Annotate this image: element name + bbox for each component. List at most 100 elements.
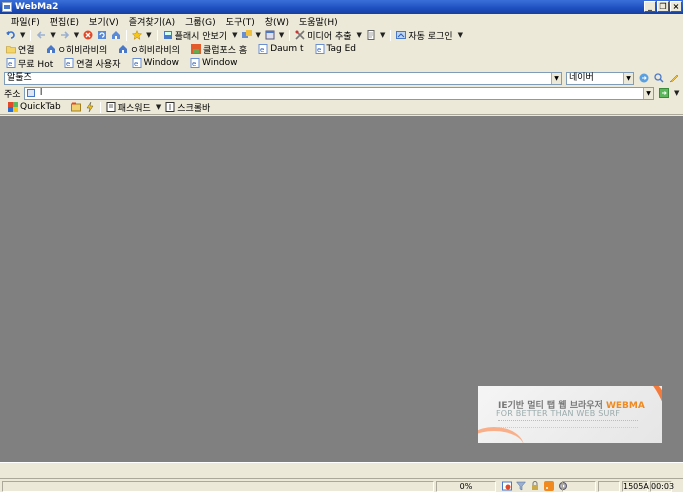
undo-icon[interactable] <box>6 30 16 40</box>
svg-text:e: e <box>260 46 264 54</box>
tab-switch-icon[interactable] <box>70 102 81 112</box>
chevron-down-icon[interactable]: ▼ <box>20 31 25 39</box>
link-item[interactable]: 클럽포스 홈 <box>189 43 250 56</box>
links-bar-2: e 무료 Hot e 연결 사용자 e Window e Window <box>0 56 683 70</box>
feed-icon[interactable] <box>544 481 554 491</box>
search-bar: 알툴즈 ▼ 네이버 ▼ <box>0 70 683 86</box>
app-icon[interactable] <box>2 2 12 12</box>
favorites-star-icon[interactable] <box>131 29 143 40</box>
link-item[interactable]: 연결 <box>4 43 38 56</box>
club-icon <box>190 44 201 54</box>
chevron-down-icon[interactable]: ▼ <box>146 31 151 39</box>
refresh-icon[interactable] <box>97 30 107 40</box>
chevron-down-icon[interactable]: ▼ <box>380 31 385 39</box>
menu-file[interactable]: 파일(F) <box>6 15 45 28</box>
password-icon <box>106 102 116 112</box>
page-icon <box>27 88 35 97</box>
link-item[interactable]: e 연결 사용자 <box>62 57 123 70</box>
chevron-down-icon[interactable]: ▼ <box>643 88 653 99</box>
webma-banner[interactable]: IE기반 멀티 탭 웹 브라우저 WEBMA FOR BETTER THAN W… <box>478 386 662 443</box>
chevron-down-icon[interactable]: ▼ <box>458 31 463 39</box>
menu-tools[interactable]: 도구(T) <box>221 15 260 28</box>
link-item[interactable]: ㅇ히비라비의 <box>44 43 111 56</box>
svg-text:e: e <box>8 60 12 68</box>
window-icon[interactable] <box>265 30 275 40</box>
address-input[interactable]: l ▼ <box>24 87 654 100</box>
chevron-down-icon[interactable]: ▼ <box>674 89 679 97</box>
flash-toggle-button[interactable]: 플래시 안보기 <box>175 29 228 42</box>
status-code: 1505A <box>622 481 649 492</box>
password-button[interactable]: 패스워드 <box>118 101 151 114</box>
progress-indicator: 0% <box>436 481 496 492</box>
scrollbar-icon <box>165 102 175 112</box>
home-icon[interactable] <box>111 30 121 40</box>
filter-icon[interactable] <box>515 481 527 491</box>
lightning-icon[interactable] <box>85 101 95 113</box>
ie-page-icon: e <box>6 58 16 68</box>
flash-icon <box>163 30 173 40</box>
link-item[interactable]: e 무료 Hot <box>4 57 56 70</box>
svg-text:e: e <box>317 46 321 54</box>
status-time: 00:03 <box>650 481 675 492</box>
tab-bar[interactable] <box>0 462 683 478</box>
menu-help[interactable]: 도움말(H) <box>294 15 343 28</box>
menu-bar: 파일(F) 편집(E) 보기(V) 즐겨찾기(A) 그룹(G) 도구(T) 창(… <box>0 14 683 28</box>
search-input[interactable]: 알툴즈 ▼ <box>4 72 562 85</box>
chevron-down-icon[interactable]: ▼ <box>256 31 261 39</box>
menu-window[interactable]: 창(W) <box>260 15 294 28</box>
page-icon[interactable] <box>366 30 376 40</box>
browser-content[interactable]: IE기반 멀티 탭 웹 브라우저 WEBMA FOR BETTER THAN W… <box>0 116 683 462</box>
link-item[interactable]: e Window <box>130 58 183 68</box>
link-item[interactable]: e Tag Ed <box>313 44 360 54</box>
ie-page-icon: e <box>315 44 325 54</box>
link-item[interactable]: e Window <box>188 58 241 68</box>
forward-icon[interactable] <box>60 30 70 40</box>
highlight-pen-icon[interactable] <box>669 73 679 83</box>
tools-icon <box>295 30 305 40</box>
go-icon[interactable] <box>659 88 669 98</box>
close-button[interactable]: × <box>670 1 682 12</box>
svg-text:e: e <box>134 60 138 68</box>
quicktab-bar: QuickTab 패스워드 ▼ 스크롤바 <box>0 100 683 115</box>
scrollbar-button[interactable]: 스크롤바 <box>177 101 210 114</box>
house-icon <box>46 44 56 54</box>
lock-icon[interactable] <box>530 481 540 491</box>
ie-page-icon: e <box>190 58 200 68</box>
status-cell <box>562 481 596 492</box>
chevron-down-icon[interactable]: ▼ <box>623 73 633 84</box>
chevron-down-icon[interactable]: ▼ <box>50 31 55 39</box>
restore-button[interactable]: ❐ <box>657 1 669 12</box>
title-bar[interactable]: WebMa2 _ ❐ × <box>0 0 683 14</box>
link-item[interactable]: e Daum t <box>256 44 306 54</box>
chevron-down-icon[interactable]: ▼ <box>279 31 284 39</box>
ie-page-icon: e <box>132 58 142 68</box>
chevron-down-icon[interactable]: ▼ <box>232 31 237 39</box>
menu-group[interactable]: 그룹(G) <box>180 15 221 28</box>
chevron-down-icon[interactable]: ▼ <box>551 73 561 84</box>
autologin-button[interactable]: 자동 로그인 <box>408 29 452 42</box>
chevron-down-icon[interactable]: ▼ <box>74 31 79 39</box>
media-extract-button[interactable]: 미디어 추출 <box>307 29 351 42</box>
house-icon <box>118 44 128 54</box>
status-cell <box>598 481 620 492</box>
stop-icon[interactable] <box>83 30 93 40</box>
folder-icon <box>6 44 16 54</box>
banner-tagline: FOR BETTER THAN WEB SURF <box>496 409 621 418</box>
chevron-down-icon[interactable]: ▼ <box>156 103 161 111</box>
search-engine-select[interactable]: 네이버 ▼ <box>566 72 634 85</box>
go-search-icon[interactable] <box>639 73 649 83</box>
menu-view[interactable]: 보기(V) <box>84 15 124 28</box>
link-item[interactable]: ㅇ히비라비의 <box>116 43 183 56</box>
group-icon[interactable] <box>241 30 252 40</box>
address-bar: 주소 l ▼ ▼ <box>0 86 683 100</box>
back-icon[interactable] <box>36 30 46 40</box>
quicktab-icon <box>8 102 18 112</box>
menu-edit[interactable]: 편집(E) <box>45 15 84 28</box>
menu-favorites[interactable]: 즐겨찾기(A) <box>124 15 180 28</box>
quicktab-button[interactable]: QuickTab <box>20 102 61 112</box>
popup-block-icon[interactable] <box>502 481 512 491</box>
status-bar: 0% 1505A 00:03 <box>0 478 683 492</box>
chevron-down-icon[interactable]: ▼ <box>357 31 362 39</box>
search-icon[interactable] <box>654 73 664 83</box>
minimize-button[interactable]: _ <box>644 1 656 12</box>
